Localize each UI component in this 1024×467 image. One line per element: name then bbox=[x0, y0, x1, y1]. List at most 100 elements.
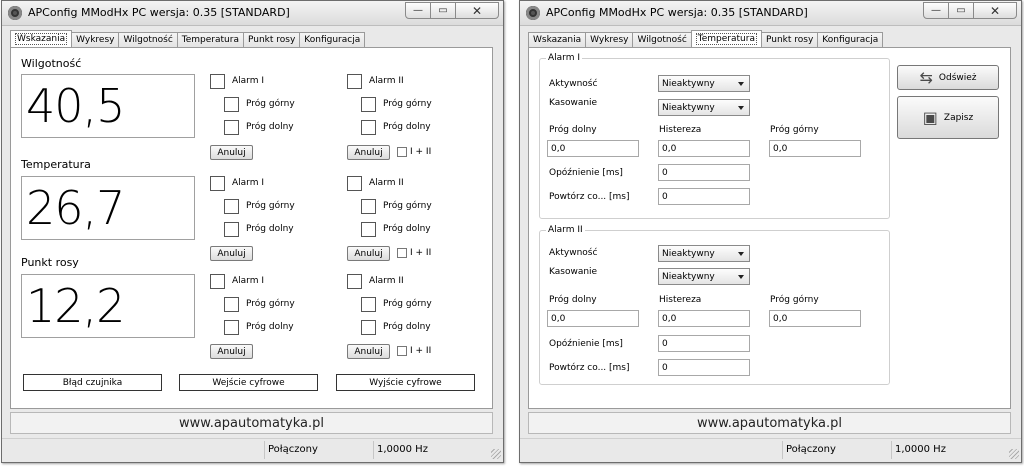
repeat-label: Powtórz co... [ms] bbox=[549, 363, 630, 373]
tab-konfiguracja[interactable]: Konfiguracja bbox=[817, 32, 884, 47]
alarm1-lower-label: Próg dolny bbox=[246, 224, 294, 234]
tab-punkt-rosy[interactable]: Punkt rosy bbox=[242, 32, 301, 47]
maximize-button[interactable]: ▭ bbox=[430, 2, 456, 19]
alarm1-lower-label: Próg dolny bbox=[246, 122, 294, 132]
alarm2-checkbox[interactable] bbox=[347, 74, 362, 89]
delay-label: Opóźnienie [ms] bbox=[549, 168, 623, 178]
dewpoint-label: Punkt rosy bbox=[21, 256, 79, 269]
title-bar[interactable]: APConfig MModHx PC wersja: 0.35 [STANDAR… bbox=[520, 1, 1021, 26]
reset-select[interactable]: Nieaktywny bbox=[658, 99, 750, 116]
website-link[interactable]: www.apautomatyka.pl bbox=[10, 412, 493, 434]
close-button[interactable]: ✕ bbox=[455, 2, 499, 19]
minimize-button[interactable]: — bbox=[923, 2, 949, 19]
alarm2-cancel-button[interactable]: Anuluj bbox=[347, 344, 390, 359]
alarm1-label: Alarm I bbox=[232, 76, 264, 86]
repeat-input[interactable]: 0 bbox=[658, 188, 750, 205]
resize-grip[interactable] bbox=[1009, 449, 1019, 459]
alarm1-lower-checkbox[interactable] bbox=[224, 320, 239, 335]
alarm2-lower-checkbox[interactable] bbox=[361, 120, 376, 135]
alarm2-checkbox[interactable] bbox=[347, 176, 362, 191]
connection-status: Połączony bbox=[268, 444, 318, 455]
tab-wykresy[interactable]: Wykresy bbox=[71, 32, 120, 47]
alarm2-checkbox[interactable] bbox=[347, 274, 362, 289]
both-alarms-checkbox[interactable] bbox=[397, 147, 407, 157]
close-button[interactable]: ✕ bbox=[973, 2, 1017, 19]
minimize-button[interactable]: — bbox=[405, 2, 431, 19]
alarm2-lower-checkbox[interactable] bbox=[361, 320, 376, 335]
digital-output-indicator[interactable]: Wyjście cyfrowe bbox=[336, 374, 475, 391]
tab-wilgotnosc[interactable]: Wilgotność bbox=[118, 32, 178, 47]
upper-threshold-input[interactable]: 0,0 bbox=[769, 140, 861, 157]
alarm1-upper-checkbox[interactable] bbox=[224, 199, 239, 214]
alarm1-lower-checkbox[interactable] bbox=[224, 120, 239, 135]
tab-punkt-rosy[interactable]: Punkt rosy bbox=[760, 32, 819, 47]
maximize-button[interactable]: ▭ bbox=[948, 2, 974, 19]
repeat-input[interactable]: 0 bbox=[658, 359, 750, 376]
upper-threshold-input[interactable]: 0,0 bbox=[769, 310, 861, 327]
status-divider bbox=[782, 441, 783, 459]
activity-label: Aktywność bbox=[549, 248, 598, 258]
delay-input[interactable]: 0 bbox=[658, 164, 750, 181]
indications-panel: Wilgotność 40,5 Temperatura 26,7 Punkt r… bbox=[10, 47, 493, 409]
alarm2-upper-checkbox[interactable] bbox=[361, 297, 376, 312]
alarm2-upper-checkbox[interactable] bbox=[361, 97, 376, 112]
tab-temperatura[interactable]: Temperatura bbox=[176, 32, 244, 47]
repeat-label: Powtórz co... [ms] bbox=[549, 192, 630, 202]
tab-wykresy[interactable]: Wykresy bbox=[585, 32, 634, 47]
tab-konfiguracja[interactable]: Konfiguracja bbox=[299, 32, 366, 47]
alarm1-cancel-button[interactable]: Anuluj bbox=[210, 145, 253, 160]
alarm2-lower-checkbox[interactable] bbox=[361, 222, 376, 237]
save-button[interactable]: ▣ Zapisz bbox=[897, 96, 999, 139]
window-title: APConfig MModHx PC wersja: 0.35 [STANDAR… bbox=[28, 6, 290, 19]
alarm1-cancel-button[interactable]: Anuluj bbox=[210, 344, 253, 359]
alarm1-checkbox[interactable] bbox=[210, 176, 225, 191]
alarm2-lower-label: Próg dolny bbox=[383, 122, 431, 132]
activity-select[interactable]: Nieaktywny bbox=[658, 245, 750, 262]
alarm2-cancel-button[interactable]: Anuluj bbox=[347, 145, 390, 160]
alarm2-cancel-button[interactable]: Anuluj bbox=[347, 246, 390, 261]
tab-wilgotnosc[interactable]: Wilgotność bbox=[632, 32, 692, 47]
both-alarms-label: I + II bbox=[410, 346, 432, 356]
alarm1-checkbox[interactable] bbox=[210, 274, 225, 289]
tab-label: Wskazania bbox=[15, 33, 68, 45]
activity-select[interactable]: Nieaktywny bbox=[658, 75, 750, 92]
dropdown-arrow-icon bbox=[738, 82, 744, 86]
upper-threshold-label: Próg górny bbox=[770, 295, 819, 305]
sensor-error-indicator[interactable]: Błąd czujnika bbox=[23, 374, 162, 391]
delay-input[interactable]: 0 bbox=[658, 335, 750, 352]
lower-threshold-input[interactable]: 0,0 bbox=[547, 140, 639, 157]
activity-label: Aktywność bbox=[549, 79, 598, 89]
both-alarms-checkbox[interactable] bbox=[397, 248, 407, 258]
alarm1-cancel-button[interactable]: Anuluj bbox=[210, 246, 253, 261]
lower-threshold-input[interactable]: 0,0 bbox=[547, 310, 639, 327]
digital-input-indicator[interactable]: Wejście cyfrowe bbox=[179, 374, 318, 391]
website-link[interactable]: www.apautomatyka.pl bbox=[528, 412, 1011, 434]
connection-status: Połączony bbox=[786, 444, 836, 455]
alarm1-lower-checkbox[interactable] bbox=[224, 222, 239, 237]
tab-wskazania[interactable]: Wskazania bbox=[10, 30, 73, 47]
main-window-indications: APConfig MModHx PC wersja: 0.35 [STANDAR… bbox=[1, 0, 504, 463]
tab-temperatura[interactable]: Temperatura bbox=[690, 30, 762, 47]
frequency-status: 1,0000 Hz bbox=[895, 444, 946, 455]
alarm1-lower-label: Próg dolny bbox=[246, 322, 294, 332]
both-alarms-checkbox[interactable] bbox=[397, 346, 407, 356]
window-title: APConfig MModHx PC wersja: 0.35 [STANDAR… bbox=[546, 6, 808, 19]
title-bar[interactable]: APConfig MModHx PC wersja: 0.35 [STANDAR… bbox=[2, 1, 503, 26]
resize-grip[interactable] bbox=[491, 449, 501, 459]
status-divider bbox=[891, 441, 892, 459]
reset-label: Kasowanie bbox=[549, 267, 598, 277]
alarm2-lower-label: Próg dolny bbox=[383, 322, 431, 332]
app-gear-icon bbox=[8, 6, 22, 20]
hysteresis-input[interactable]: 0,0 bbox=[658, 310, 750, 327]
refresh-button[interactable]: ⇆ Odśwież bbox=[897, 65, 999, 90]
alarm2-upper-label: Próg górny bbox=[383, 99, 432, 109]
floppy-disk-icon: ▣ bbox=[922, 108, 938, 127]
alarm1-upper-checkbox[interactable] bbox=[224, 297, 239, 312]
alarm1-checkbox[interactable] bbox=[210, 74, 225, 89]
tab-wskazania[interactable]: Wskazania bbox=[528, 32, 587, 47]
alarm2-upper-checkbox[interactable] bbox=[361, 199, 376, 214]
dropdown-arrow-icon bbox=[738, 275, 744, 279]
reset-select[interactable]: Nieaktywny bbox=[658, 268, 750, 285]
hysteresis-input[interactable]: 0,0 bbox=[658, 140, 750, 157]
alarm1-upper-checkbox[interactable] bbox=[224, 97, 239, 112]
